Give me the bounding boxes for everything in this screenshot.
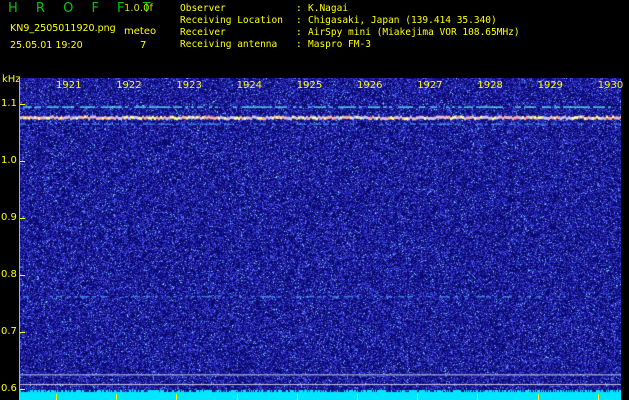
x-tick-mark bbox=[296, 394, 298, 400]
meteo-count: 7 bbox=[140, 40, 147, 51]
x-tick-label: 1929 bbox=[537, 80, 564, 91]
x-tick-label: 1927 bbox=[417, 80, 443, 91]
x-tick-mark bbox=[357, 394, 358, 400]
y-tick-mark bbox=[20, 274, 25, 276]
x-tick-label: 1922 bbox=[116, 80, 142, 91]
x-tick-mark bbox=[417, 394, 419, 400]
x-tick-label: 1925 bbox=[296, 80, 323, 91]
x-tick-mark bbox=[56, 394, 57, 400]
y-tick-mark bbox=[20, 103, 25, 105]
info-row-receiver: Receiver: AirSpy mini (Miakejima VOR 108.… bbox=[180, 27, 520, 38]
timestamp: 25.05.01 19:20 bbox=[10, 40, 83, 51]
file-name: KN9_2505011920.png bbox=[10, 23, 116, 34]
x-tick-mark bbox=[176, 394, 178, 400]
x-tick-mark bbox=[236, 394, 238, 400]
y-axis-unit: kHz bbox=[2, 74, 21, 85]
y-tick-mark bbox=[20, 331, 25, 333]
x-tick-label: 1923 bbox=[176, 80, 202, 91]
x-tick-mark bbox=[597, 394, 599, 400]
y-tick-label: 1.0 bbox=[1, 154, 17, 166]
y-tick-mark bbox=[20, 217, 25, 219]
x-tick-mark bbox=[116, 394, 118, 400]
y-tick-label: 1.1 bbox=[1, 97, 17, 109]
y-tick-label: 0.9 bbox=[1, 211, 17, 223]
x-tick-label: 1924 bbox=[236, 80, 263, 91]
x-tick-label: 1921 bbox=[56, 80, 82, 91]
y-tick-label: 0.6 bbox=[1, 382, 17, 394]
x-tick-label: 1930 bbox=[597, 80, 624, 91]
spectrogram-canvas bbox=[20, 78, 621, 400]
station-info: Observer: K.Nagai Receiving Location: Chig… bbox=[180, 3, 520, 51]
info-row-observer: Observer: K.Nagai bbox=[180, 3, 349, 14]
meteo-label: meteo bbox=[124, 26, 157, 37]
x-tick-mark bbox=[477, 394, 479, 400]
spectrogram-plot bbox=[20, 78, 621, 400]
x-tick-label: 1928 bbox=[477, 80, 503, 91]
info-row-location: Receiving Location: Chigasaki, Japan (139… bbox=[180, 15, 497, 26]
x-tick-label: 1926 bbox=[357, 80, 383, 91]
y-tick-label: 0.7 bbox=[1, 325, 17, 337]
info-row-antenna: Receiving antenna: Maspro FM-3 bbox=[180, 39, 371, 50]
y-tick-mark bbox=[20, 388, 25, 390]
x-tick-mark bbox=[537, 394, 539, 400]
header-panel: H R O F F T 1.0.0f KN9_2505011920.png me… bbox=[0, 0, 629, 72]
app-version: 1.0.0f bbox=[124, 3, 153, 14]
y-tick-label: 0.8 bbox=[1, 268, 17, 280]
y-tick-mark bbox=[20, 160, 25, 162]
